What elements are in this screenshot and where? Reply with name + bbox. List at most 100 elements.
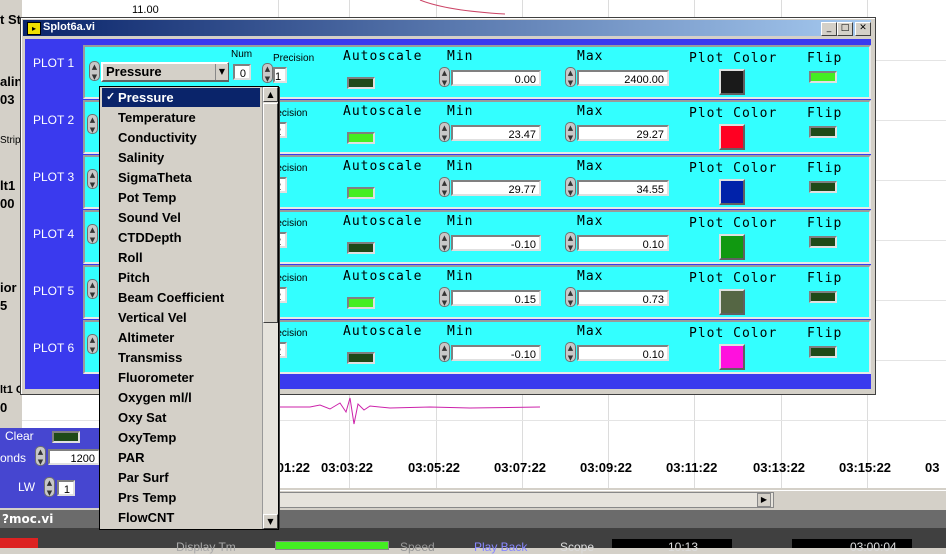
maximize-button[interactable]: □ [837,22,853,36]
window-titlebar[interactable]: ▸ Splot6a.vi _ □ ✕ [23,20,871,36]
seconds-spinner[interactable]: ▲ ▼ [35,446,46,466]
min-input[interactable]: 0.15 [451,290,541,306]
autoscale-led[interactable] [347,77,375,89]
max-spinner[interactable]: ▲ ▼ [565,177,576,197]
max-spinner[interactable]: ▲ ▼ [565,67,576,87]
max-input[interactable]: 2400.00 [577,70,669,86]
max-spinner[interactable]: ▲ ▼ [565,232,576,252]
precision-input[interactable]: 1 [273,67,287,83]
max-input[interactable]: 0.73 [577,290,669,306]
dropdown-item[interactable]: Sound Vel [102,208,260,227]
dropdown-item[interactable]: Pot Temp [102,188,260,207]
autoscale-led[interactable] [347,352,375,364]
min-input[interactable]: -0.10 [451,235,541,251]
time-label: 03:15:22 [839,460,892,475]
graph-scroll-thumb[interactable] [272,492,774,508]
min-input[interactable]: -0.10 [451,345,541,361]
dropdown-item[interactable]: Temperature [102,108,260,127]
autoscale-led[interactable] [347,187,375,199]
channel-spinner[interactable]: ▲ ▼ [87,334,98,354]
flip-led[interactable] [809,181,837,193]
precision-spinner[interactable]: ▲▼ [262,63,273,83]
stop-button[interactable] [0,538,38,548]
dropdown-item[interactable]: ✓ Pressure [102,88,260,107]
min-spinner[interactable]: ▲ ▼ [439,342,450,362]
trace-line-top [419,0,506,15]
min-input[interactable]: 0.00 [451,70,541,86]
dropdown-item[interactable]: Transmiss [102,348,260,367]
dropdown-item[interactable]: PAR [102,448,260,467]
clear-led[interactable] [52,431,80,443]
max-input[interactable]: 0.10 [577,235,669,251]
dropdown-item[interactable]: Roll [102,248,260,267]
min-input[interactable]: 29.77 [451,180,541,196]
max-spinner[interactable]: ▲ ▼ [565,342,576,362]
chevron-down-icon[interactable]: ▼ [215,64,228,80]
channel-spinner[interactable]: ▲ ▼ [87,279,98,299]
num-input[interactable]: 0 [233,64,251,80]
dropdown-item[interactable]: Oxy Sat [102,408,260,427]
flip-led[interactable] [809,291,837,303]
min-spinner[interactable]: ▲ ▼ [439,287,450,307]
channel-spinner[interactable]: ▲ ▼ [87,114,98,134]
flip-led[interactable] [809,346,837,358]
autoscale-led[interactable] [347,297,375,309]
dropdown-item[interactable]: Beam Coefficient [102,288,260,307]
dropdown-item[interactable]: OxyTemp [102,428,260,447]
channel-spinner[interactable]: ▲ ▼ [87,224,98,244]
min-input[interactable]: 23.47 [451,125,541,141]
autoscale-led[interactable] [347,132,375,144]
min-spinner[interactable]: ▲ ▼ [439,177,450,197]
dropdown-item[interactable]: Prs Temp [102,488,260,507]
dropdown-item[interactable]: SigmaTheta [102,168,260,187]
min-spinner[interactable]: ▲ ▼ [439,122,450,142]
max-input[interactable]: 0.10 [577,345,669,361]
max-input[interactable]: 34.55 [577,180,669,196]
scroll-right-icon[interactable]: ▶ [757,493,771,507]
flip-led[interactable] [809,71,837,83]
max-spinner[interactable]: ▲ ▼ [565,287,576,307]
min-label: Min [447,324,474,339]
channel-spinner[interactable]: ▲ ▼ [89,61,100,81]
dropdown-item[interactable]: FlowCNT [102,508,260,527]
dropdown-item[interactable]: Vertical Vel [102,308,260,327]
channel-select[interactable]: Pressure [101,62,229,82]
autoscale-led[interactable] [347,242,375,254]
dropdown-scroll-thumb[interactable] [263,103,278,323]
dropdown-item[interactable]: Altimeter [102,328,260,347]
dropdown-item[interactable]: Oxygen ml/l [102,388,260,407]
channel-spinner[interactable]: ▲ ▼ [87,169,98,189]
dropdown-item[interactable]: Pitch [102,268,260,287]
autoscale-label: Autoscale [343,49,423,64]
dropdown-item[interactable]: Par Surf [102,468,260,487]
seconds-input[interactable]: 1200 [48,449,100,465]
plot-color-swatch[interactable] [719,69,745,95]
plot-color-swatch[interactable] [719,179,745,205]
plot-color-label: Plot Color [689,161,778,176]
min-spinner[interactable]: ▲ ▼ [439,232,450,252]
minimize-button[interactable]: _ [821,22,837,36]
dropdown-item[interactable]: Conductivity [102,128,260,147]
max-spinner[interactable]: ▲ ▼ [565,122,576,142]
dropdown-scrollbar[interactable]: ▲ ▼ [262,87,278,529]
max-input[interactable]: 29.27 [577,125,669,141]
taskbar-window-label[interactable]: ?moc.vi [2,512,53,526]
plot-color-swatch[interactable] [719,289,745,315]
lw-spinner[interactable]: ▲ ▼ [44,477,55,497]
close-button[interactable]: ✕ [855,22,871,36]
flip-led[interactable] [809,236,837,248]
min-spinner[interactable]: ▲ ▼ [439,67,450,87]
flip-led[interactable] [809,126,837,138]
max-label: Max [577,269,604,284]
scroll-down-icon[interactable]: ▼ [263,514,278,529]
plot-color-swatch[interactable] [719,124,745,150]
autoscale-label: Autoscale [343,104,423,119]
flip-label: Flip [807,271,843,286]
plot-color-swatch[interactable] [719,234,745,260]
scroll-up-icon[interactable]: ▲ [263,87,278,102]
dropdown-item[interactable]: Salinity [102,148,260,167]
plot-color-swatch[interactable] [719,344,745,370]
dropdown-item[interactable]: Fluorometer [102,368,260,387]
dropdown-item[interactable]: CTDDepth [102,228,260,247]
lw-input[interactable]: 1 [57,480,75,496]
